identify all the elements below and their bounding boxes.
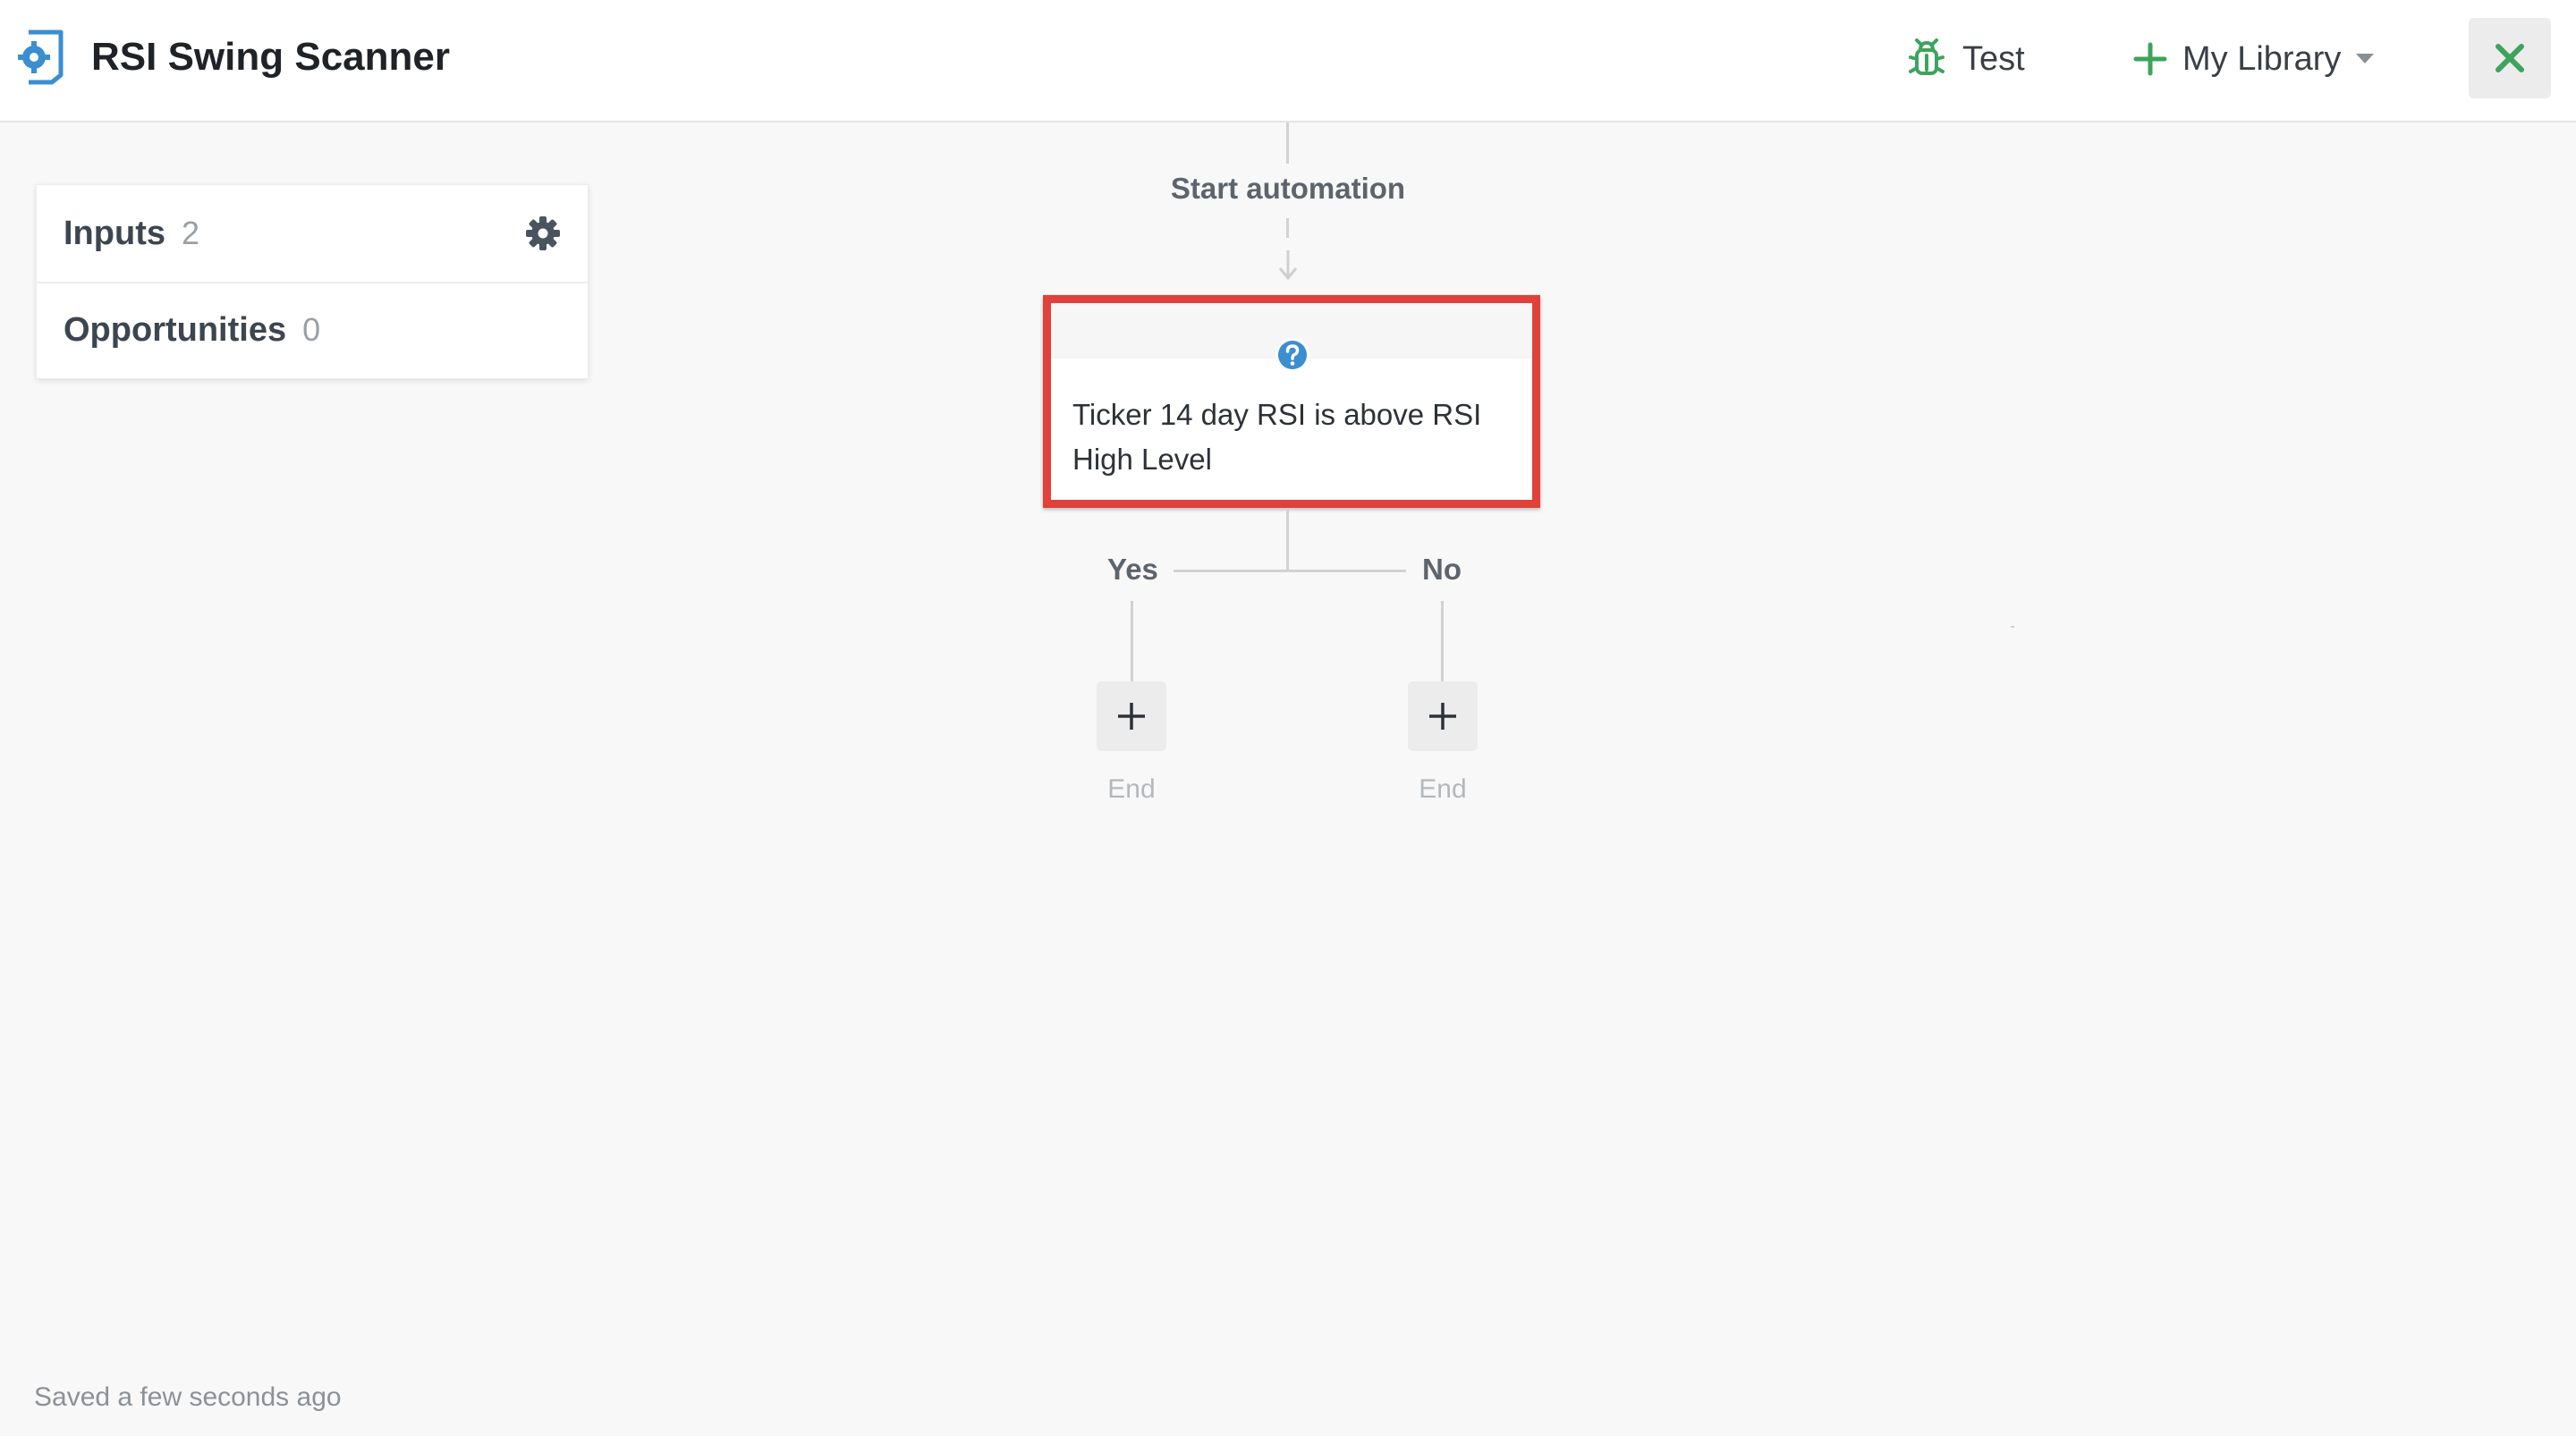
panel-item-opportunities[interactable]: Opportunities 0: [37, 282, 588, 378]
chevron-down-icon: [2356, 54, 2375, 63]
plus-icon: [1118, 703, 1145, 730]
end-yes-label: End: [1107, 774, 1156, 804]
inputs-panel: Inputs 2 Opportunities 0: [36, 184, 589, 379]
arrow-down-icon: [1278, 250, 1298, 281]
save-status: Saved a few seconds ago: [34, 1382, 342, 1412]
branch-no-label: No: [1422, 553, 1462, 586]
inputs-count: 2: [181, 215, 200, 251]
page-title: RSI Swing Scanner: [91, 35, 450, 79]
bug-icon: [1909, 38, 1945, 75]
opportunities-count: 0: [302, 311, 321, 348]
plus-icon: [1429, 703, 1456, 730]
question-icon[interactable]: [1275, 337, 1310, 373]
panel-item-inputs[interactable]: Inputs 2: [37, 185, 588, 283]
top-bar: RSI Swing Scanner Test My Library: [0, 0, 2576, 122]
close-button[interactable]: [2469, 18, 2551, 98]
my-library-dropdown[interactable]: My Library: [2132, 32, 2375, 86]
automation-gear-icon: [18, 30, 64, 85]
opportunities-label: Opportunities: [64, 310, 287, 349]
connector-top: [1286, 122, 1289, 164]
connector-branch-left: [1174, 570, 1288, 572]
close-icon: [2496, 44, 2524, 72]
add-step-yes-button[interactable]: [1097, 681, 1166, 751]
connector-start: [1286, 218, 1289, 238]
condition-step[interactable]: Ticker 14 day RSI is above RSI High Leve…: [1043, 295, 1540, 508]
end-no-label: End: [1419, 774, 1467, 804]
gear-icon[interactable]: [525, 215, 561, 251]
add-step-no-button[interactable]: [1408, 681, 1478, 751]
inputs-label: Inputs: [64, 214, 165, 252]
start-automation-label: Start automation: [1170, 172, 1406, 205]
canvas-speck: [2011, 626, 2014, 628]
connector-condition: [1286, 508, 1289, 572]
test-label: Test: [1962, 39, 2025, 78]
my-library-label: My Library: [2182, 39, 2342, 78]
connector-no: [1441, 601, 1444, 681]
test-button[interactable]: Test: [1905, 32, 2025, 86]
branch-yes-label: Yes: [1107, 553, 1158, 586]
condition-text: Ticker 14 day RSI is above RSI High Leve…: [1072, 398, 1482, 476]
plus-icon: [2133, 42, 2167, 76]
connector-yes: [1131, 601, 1133, 681]
connector-branch-right: [1288, 570, 1406, 572]
